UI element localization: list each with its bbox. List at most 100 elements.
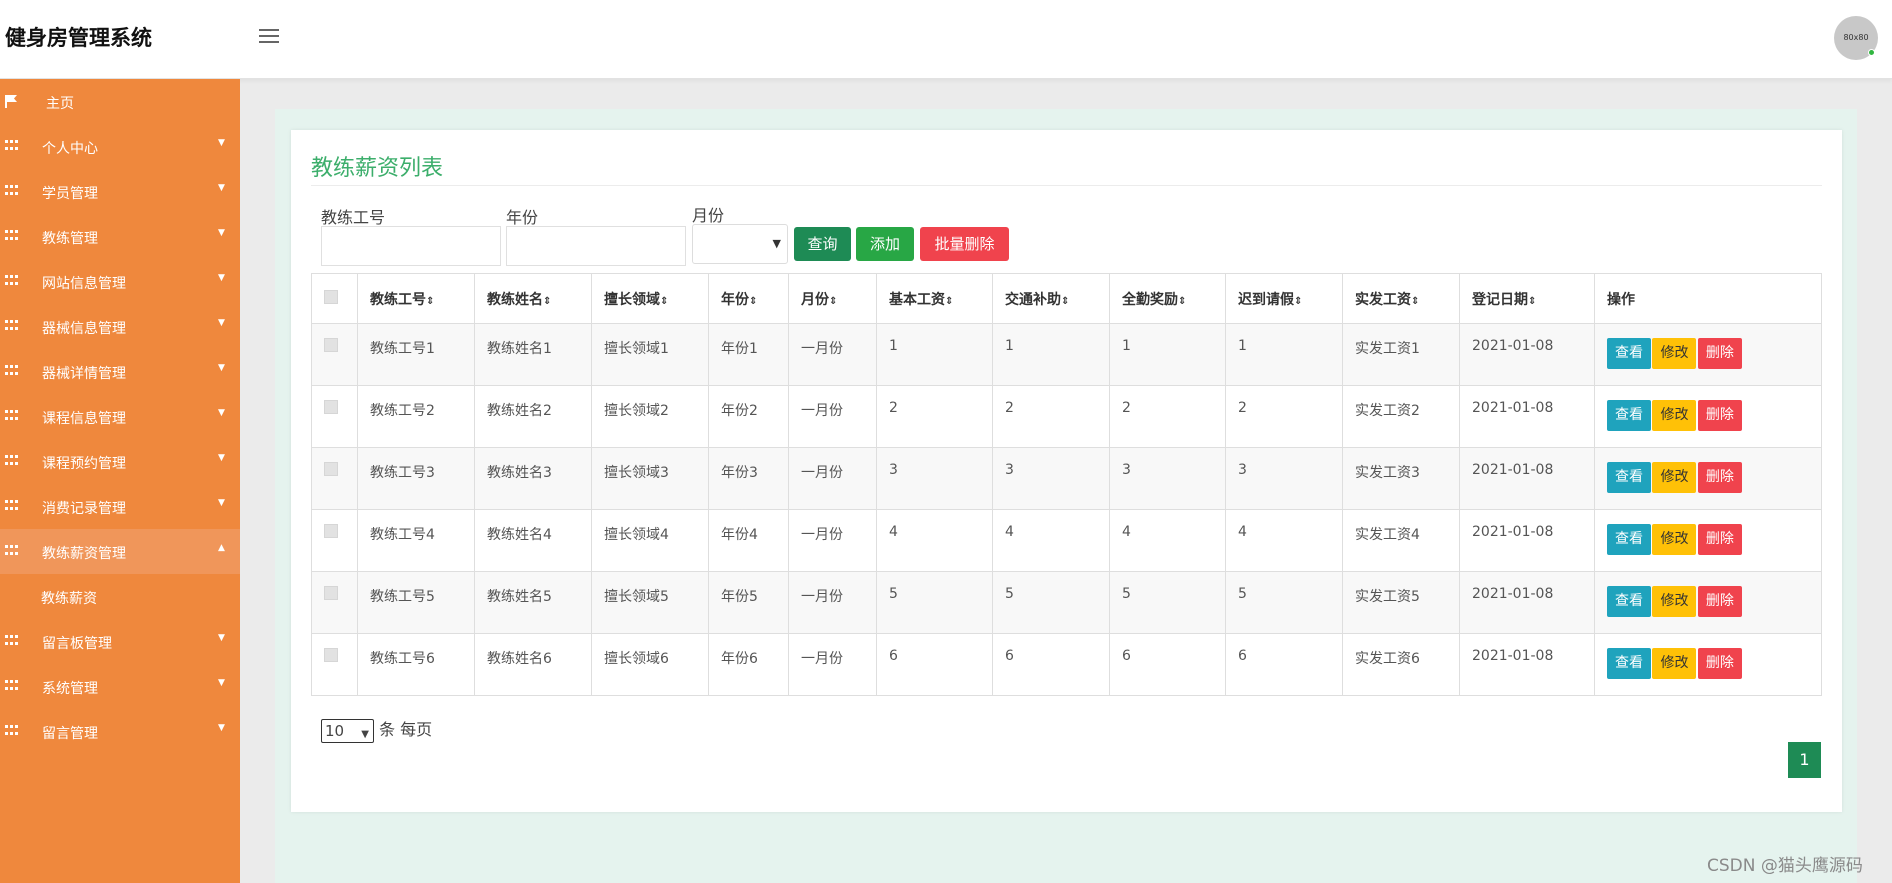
sort-icon: ⇕ (543, 295, 552, 307)
checkbox[interactable] (324, 648, 338, 662)
flag-icon (5, 95, 19, 108)
sidebar-item-personal[interactable]: 个人中心 ▼ (0, 124, 240, 169)
view-button[interactable]: 查看 (1607, 462, 1651, 493)
sidebar-item-coach-salary[interactable]: 教练薪资管理 ▲ (0, 529, 240, 574)
sidebar-item-site-info[interactable]: 网站信息管理 ▼ (0, 259, 240, 304)
query-button[interactable]: 查询 (794, 227, 851, 261)
sidebar-subitem-coach-salary[interactable]: 教练薪资 (0, 574, 240, 619)
chevron-down-icon: ▼ (361, 728, 369, 740)
row-actions: 查看 修改 删除 (1594, 447, 1822, 510)
sort-icon: ⇕ (1178, 295, 1187, 307)
caret-down-icon: ▼ (218, 633, 225, 643)
row-select[interactable] (311, 571, 358, 634)
checkbox[interactable] (324, 462, 338, 476)
column-header[interactable]: 教练姓名⇕ (474, 273, 592, 324)
caret-up-icon: ▲ (218, 543, 225, 553)
delete-button[interactable]: 删除 (1697, 648, 1742, 679)
add-button[interactable]: 添加 (856, 227, 914, 261)
column-header[interactable]: 登记日期⇕ (1459, 273, 1595, 324)
edit-button[interactable]: 修改 (1652, 400, 1697, 431)
column-header[interactable]: 擅长领域⇕ (591, 273, 709, 324)
cell: 1 (1109, 323, 1226, 386)
view-button[interactable]: 查看 (1607, 400, 1651, 431)
table-row: 教练工号6 教练姓名6 擅长领域6 年份6 一月份 6 6 6 6 实发工资6 … (311, 633, 1822, 696)
checkbox[interactable] (324, 338, 338, 352)
sidebar-item-coaches[interactable]: 教练管理 ▼ (0, 214, 240, 259)
sidebar-item-home[interactable]: 主页 (0, 79, 240, 124)
delete-button[interactable]: 删除 (1697, 400, 1742, 431)
sidebar-item-system[interactable]: 系统管理 ▼ (0, 664, 240, 709)
row-select[interactable] (311, 323, 358, 386)
column-header[interactable]: 教练工号⇕ (357, 273, 475, 324)
edit-button[interactable]: 修改 (1652, 462, 1697, 493)
cell: 4 (1225, 509, 1343, 572)
sort-icon: ⇕ (660, 295, 669, 307)
sidebar-item-message-board[interactable]: 留言板管理 ▼ (0, 619, 240, 664)
cell: 教练姓名6 (474, 633, 592, 696)
caret-down-icon: ▼ (218, 723, 225, 733)
column-header[interactable]: 实发工资⇕ (1342, 273, 1460, 324)
column-header[interactable]: 迟到请假⇕ (1225, 273, 1343, 324)
cell: 1 (992, 323, 1110, 386)
edit-button[interactable]: 修改 (1652, 524, 1697, 555)
sidebar-item-equipment-detail[interactable]: 器械详情管理 ▼ (0, 349, 240, 394)
caret-down-icon: ▼ (218, 318, 225, 328)
sidebar-item-students[interactable]: 学员管理 ▼ (0, 169, 240, 214)
column-header[interactable]: 基本工资⇕ (876, 273, 993, 324)
view-button[interactable]: 查看 (1607, 586, 1651, 617)
sidebar-item-label: 学员管理 (42, 186, 98, 202)
view-button[interactable]: 查看 (1607, 648, 1651, 679)
page-button-current[interactable]: 1 (1788, 742, 1821, 778)
year-input[interactable] (506, 226, 686, 266)
page-size-select[interactable]: 10 ▼ (321, 718, 374, 743)
view-button[interactable]: 查看 (1607, 524, 1651, 555)
cell: 年份6 (708, 633, 789, 696)
sidebar-subitem-label: 教练薪资 (41, 591, 97, 607)
edit-button[interactable]: 修改 (1652, 648, 1697, 679)
online-status-dot (1868, 49, 1875, 56)
sidebar-item-consumption[interactable]: 消费记录管理 ▼ (0, 484, 240, 529)
row-select[interactable] (311, 447, 358, 510)
checkbox[interactable] (324, 289, 338, 304)
cell: 实发工资2 (1342, 385, 1460, 448)
cell: 2 (1225, 385, 1343, 448)
cell: 5 (876, 571, 993, 634)
coach-no-input[interactable] (321, 226, 501, 266)
cell: 教练工号1 (357, 323, 475, 386)
column-header[interactable]: 月份⇕ (788, 273, 877, 324)
top-bar: 健身房管理系统 80x80 (0, 0, 1892, 79)
delete-button[interactable]: 删除 (1697, 586, 1742, 617)
menu-toggle-icon[interactable] (259, 29, 279, 45)
sidebar-item-label: 主页 (46, 96, 74, 112)
row-select[interactable] (311, 509, 358, 572)
select-all-header[interactable] (311, 273, 358, 324)
month-select[interactable]: ▼ (692, 224, 788, 264)
checkbox[interactable] (324, 586, 338, 600)
row-select[interactable] (311, 633, 358, 696)
cell: 一月份 (788, 385, 877, 448)
view-button[interactable]: 查看 (1607, 338, 1651, 369)
row-select[interactable] (311, 385, 358, 448)
sidebar-item-label: 课程信息管理 (42, 411, 126, 427)
batch-delete-button[interactable]: 批量删除 (920, 227, 1009, 261)
column-header[interactable]: 年份⇕ (708, 273, 789, 324)
sidebar-item-course-booking[interactable]: 课程预约管理 ▼ (0, 439, 240, 484)
sidebar-item-course-info[interactable]: 课程信息管理 ▼ (0, 394, 240, 439)
chevron-down-icon: ▼ (772, 237, 781, 250)
column-header[interactable]: 全勤奖励⇕ (1109, 273, 1226, 324)
column-header[interactable]: 交通补助⇕ (992, 273, 1110, 324)
app-title: 健身房管理系统 (5, 26, 152, 50)
sort-icon: ⇕ (1528, 295, 1537, 307)
checkbox[interactable] (324, 524, 338, 538)
cell: 5 (992, 571, 1110, 634)
edit-button[interactable]: 修改 (1652, 338, 1697, 369)
delete-button[interactable]: 删除 (1697, 462, 1742, 493)
delete-button[interactable]: 删除 (1697, 524, 1742, 555)
checkbox[interactable] (324, 400, 338, 414)
sidebar-item-equipment-info[interactable]: 器械信息管理 ▼ (0, 304, 240, 349)
watermark: CSDN @猫头鹰源码 (1707, 856, 1863, 876)
edit-button[interactable]: 修改 (1652, 586, 1697, 617)
delete-button[interactable]: 删除 (1697, 338, 1742, 369)
cell: 教练工号5 (357, 571, 475, 634)
sidebar-item-messages[interactable]: 留言管理 ▼ (0, 709, 240, 754)
